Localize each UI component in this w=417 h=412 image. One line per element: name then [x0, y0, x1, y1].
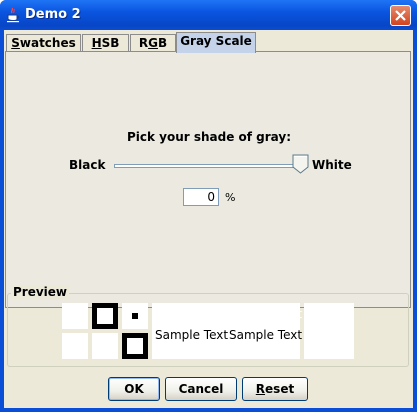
preview-group: Preview Sample Text Sample Text Sample T… [5, 285, 411, 370]
tab-strip: Swatches HSB RGB Gray Scale [4, 32, 413, 53]
sample-text-white: Sample Text [155, 307, 229, 321]
preview-swatch-outlined [92, 303, 118, 329]
gray-percent-input[interactable] [183, 188, 219, 206]
black-label: Black [69, 158, 106, 172]
dialog-content: Swatches HSB RGB Gray Scale Pick your sh… [4, 30, 413, 408]
gray-slider-thumb[interactable] [292, 154, 309, 174]
close-icon [395, 10, 406, 21]
tab-hsb[interactable]: HSB [82, 34, 129, 52]
sample-text-black: Sample Text [229, 328, 303, 342]
gray-scale-panel: Pick your shade of gray: Black White % [5, 51, 411, 308]
java-cup-icon [6, 7, 20, 23]
tab-swatches[interactable]: Swatches [6, 34, 81, 52]
window-title: Demo 2 [25, 7, 81, 22]
ok-button[interactable]: OK [108, 377, 160, 401]
sample-text-black: Sample Text [155, 328, 229, 342]
preview-large-swatch [304, 303, 354, 359]
reset-button[interactable]: Reset [242, 377, 308, 401]
percent-sign: % [225, 191, 236, 204]
pick-gray-label: Pick your shade of gray: [126, 130, 292, 144]
preview-swatch-dot [122, 303, 148, 329]
white-label: White [312, 158, 352, 172]
dialog-window: Demo 2 Swatches HSB RGB Gray Scale Pick … [0, 0, 417, 412]
close-button[interactable] [390, 5, 411, 26]
preview-swatch [62, 333, 88, 359]
preview-swatch [92, 333, 118, 359]
preview-swatch [62, 303, 88, 329]
preview-title: Preview [11, 285, 70, 299]
title-bar[interactable]: Demo 2 [0, 0, 417, 30]
sample-text-white: Sample Text [229, 307, 303, 321]
cancel-button[interactable]: Cancel [165, 377, 237, 401]
tab-gray-scale[interactable]: Gray Scale [176, 32, 256, 53]
tab-rgb[interactable]: RGB [130, 34, 176, 52]
preview-swatch-outlined [122, 333, 148, 359]
gray-slider-track[interactable] [114, 164, 308, 168]
